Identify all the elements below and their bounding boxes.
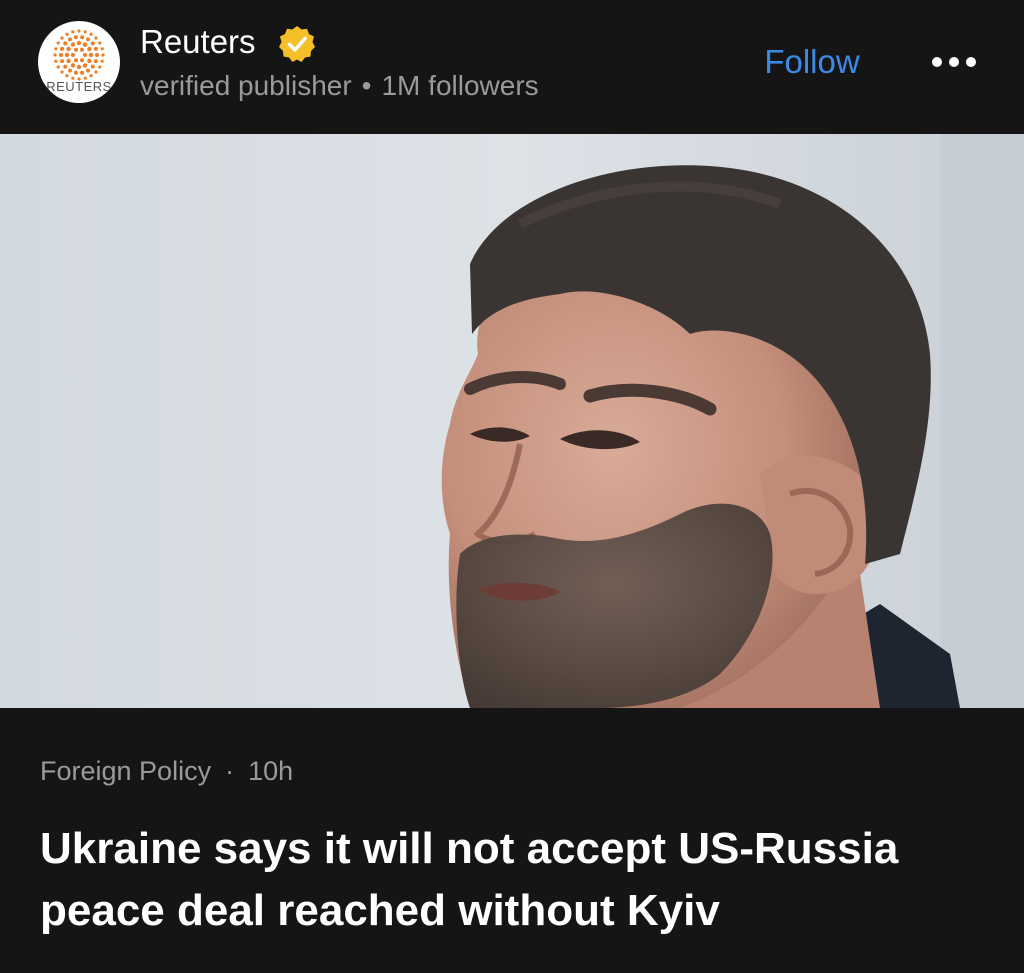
logo-dot [66,58,71,64]
logo-dot [80,58,84,63]
logo-dot [82,42,88,47]
logo-dot [54,47,58,51]
article-category[interactable]: Foreign Policy [40,756,211,786]
logo-dot [65,32,69,36]
logo-dot [73,35,78,40]
logo-dot [56,41,60,45]
logo-dot [89,74,93,78]
logo-dot [86,68,90,73]
logo-dot [68,68,72,73]
logo-dot [74,58,78,63]
logo-dot [86,37,90,42]
logo-dot [94,36,98,40]
logo-dot [71,53,75,57]
logo-dot [90,41,95,46]
logo-dot [95,53,99,57]
logo-dot [63,41,68,46]
man-portrait-photo [0,134,1024,708]
logo-dot [90,64,95,69]
logo-dot [71,30,75,34]
logo-dot [82,63,88,68]
logo-dot [100,47,104,51]
logo-dot [60,70,64,74]
article-photo[interactable] [0,134,1024,708]
logo-dot [68,37,72,42]
logo-dot [83,30,87,34]
more-options-icon [932,57,976,67]
logo-dot [87,46,92,52]
logo-dot [98,41,102,45]
logo-dot [80,70,85,75]
publisher-header: REUTERS Reuters verified publisher • 1M fo… [0,0,1024,134]
logo-dot [80,47,84,52]
article-age: 10h [248,756,294,786]
article-headline[interactable]: Ukraine says it will not accept US-Russi… [40,818,1000,942]
logo-dot [74,47,78,52]
logo-dot [76,64,82,70]
logo-dot [73,70,78,75]
meta-separator: · [225,756,235,786]
logo-dot [60,59,65,64]
logo-dot [93,59,98,64]
publisher-meta: verified publisher • 1M followers [140,68,539,104]
logo-dot [63,64,68,69]
article-meta: Foreign Policy · 10h [40,754,293,788]
verified-badge-icon [279,26,315,62]
logo-dot [87,58,92,64]
logo-dot [101,53,105,57]
avatar-logo-text: REUTERS [46,79,112,94]
logo-dot [83,53,87,57]
publisher-type: verified publisher [140,70,352,101]
logo-dot [93,46,98,51]
logo-dot [80,35,85,40]
publisher-avatar[interactable]: REUTERS [38,21,120,103]
logo-dot [66,46,71,52]
logo-dot [77,29,81,33]
logo-dot [54,59,58,63]
logo-dot [65,74,69,78]
logo-dot [53,53,57,57]
follow-button[interactable]: Follow [748,40,876,84]
logo-dot [70,42,76,47]
logo-dot [64,52,70,58]
logo-dot [76,40,82,46]
more-options-button[interactable] [924,44,984,80]
logo-dot [88,52,94,58]
logo-dot [59,53,63,57]
logo-dot [94,70,98,74]
meta-separator: • [361,70,372,101]
publisher-name[interactable]: Reuters [140,22,256,62]
follower-count: 1M followers [381,70,539,101]
logo-dot [100,59,104,63]
logo-dot [70,63,76,68]
logo-dot [89,32,93,36]
logo-dot [60,36,64,40]
logo-dot [56,65,60,69]
logo-dot [60,46,65,51]
logo-dot [98,65,102,69]
article-info[interactable]: Foreign Policy · 10h Ukraine says it will … [0,708,1024,973]
